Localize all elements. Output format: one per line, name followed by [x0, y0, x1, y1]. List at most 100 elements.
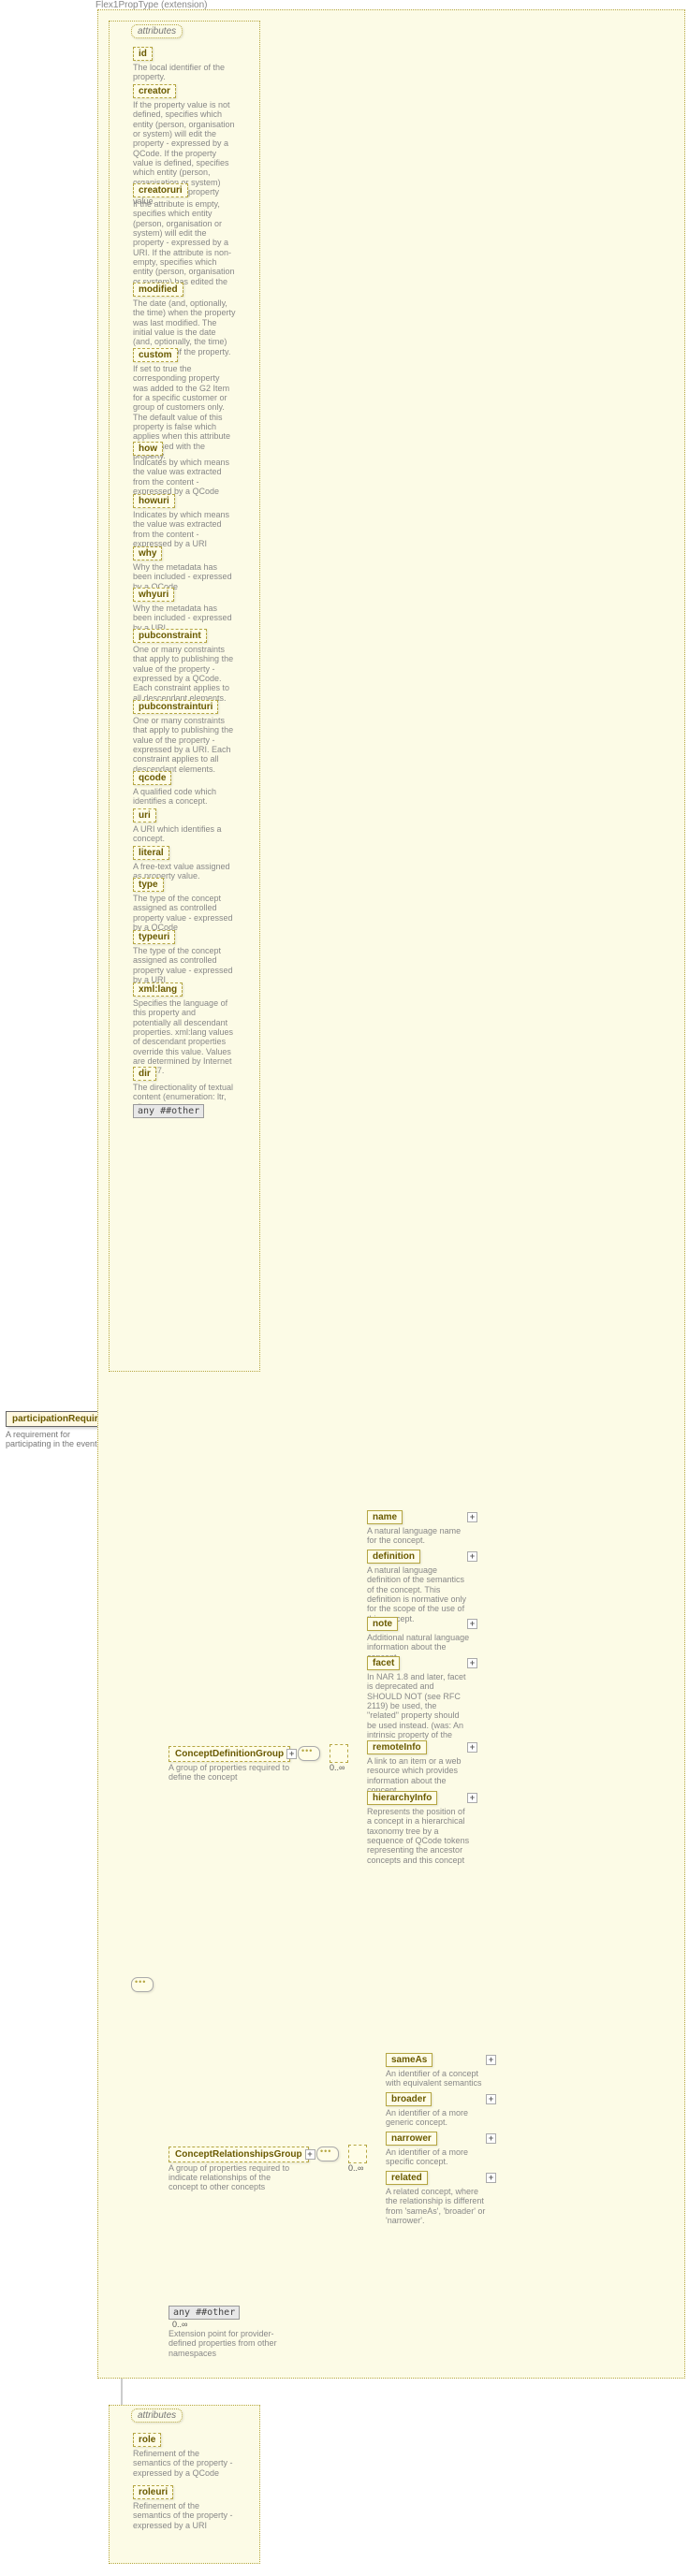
attr-roleuri: roleuri Refinement of the semantics of th…	[133, 2485, 236, 2530]
attr-name[interactable]: why	[133, 546, 162, 560]
expand-icon[interactable]: +	[486, 2055, 496, 2065]
expand-icon[interactable]: +	[305, 2149, 315, 2160]
attr-desc: A qualified code which identifies a conc…	[133, 787, 236, 807]
attr-desc: One or many constraints that apply to pu…	[133, 716, 236, 774]
group-cdg-desc: A group of properties required to define…	[169, 1763, 290, 1782]
child-name[interactable]: note+	[367, 1617, 398, 1631]
attr-desc: A URI which identifies a concept.	[133, 824, 236, 844]
expand-icon[interactable]: +	[486, 2094, 496, 2104]
expand-icon[interactable]: +	[467, 1742, 477, 1753]
expand-icon[interactable]: +	[467, 1619, 477, 1629]
group-crg-desc: A group of properties required to indica…	[169, 2163, 290, 2191]
child-sameAs: sameAs+ An identifier of a concept with e…	[386, 2053, 489, 2088]
attr-howuri: howuri Indicates by which means the value…	[133, 494, 236, 548]
attr-desc: Indicates by which means the value was e…	[133, 510, 236, 548]
child-remoteInfo: remoteInfo+A link to an item or a web re…	[367, 1740, 470, 1795]
attr-name[interactable]: id	[133, 47, 153, 61]
attr-desc: The type of the concept assigned as cont…	[133, 894, 236, 932]
attr-literal: literalA free-text value assigned as pro…	[133, 846, 236, 881]
seq-cdg	[298, 1746, 320, 1761]
child-related: related+ A related concept, where the rel…	[386, 2171, 489, 2225]
child-name[interactable]: name+	[367, 1510, 403, 1524]
expand-icon[interactable]: +	[486, 2133, 496, 2144]
expand-icon[interactable]: +	[467, 1793, 477, 1803]
attr-desc: Indicates by which means the value was e…	[133, 458, 236, 496]
child-name: name+ A natural language name for the con…	[367, 1510, 470, 1546]
child-desc: A related concept, where the relationshi…	[386, 2187, 489, 2225]
child-broader: broader+An identifier of a more generic …	[386, 2092, 489, 2128]
attr-name[interactable]: role	[133, 2433, 161, 2447]
attr-desc: The local identifier of the property.	[133, 63, 236, 82]
group-concept-relationships[interactable]: ConceptRelationshipsGroup +	[169, 2147, 309, 2162]
any-element: any ##other 0..∞ Extension point for pro…	[169, 2306, 290, 2358]
expand-icon[interactable]: +	[286, 1749, 297, 1759]
child-name[interactable]: narrower+	[386, 2132, 437, 2146]
attr-name[interactable]: literal	[133, 846, 169, 860]
attr-name[interactable]: qcode	[133, 771, 171, 785]
switch-cdg	[330, 1744, 348, 1763]
expand-icon[interactable]: +	[467, 1512, 477, 1522]
attr-name[interactable]: howuri	[133, 494, 175, 508]
attr-desc: The type of the concept assigned as cont…	[133, 946, 236, 984]
attr-name[interactable]: custom	[133, 348, 178, 362]
any-element-desc: Extension point for provider-defined pro…	[169, 2329, 290, 2358]
root-element-desc: A requirement for participating in the e…	[6, 1430, 107, 1448]
child-name[interactable]: hierarchyInfo+	[367, 1791, 437, 1805]
child-hierarchyInfo: hierarchyInfo+ Represents the position of…	[367, 1791, 470, 1865]
child-desc: An identifier of a more specific concept…	[386, 2147, 489, 2167]
group-cdg-label: ConceptDefinitionGroup	[175, 1749, 284, 1759]
attr-typeuri: typeuri The type of the concept assigned …	[133, 930, 236, 984]
attr-name[interactable]: pubconstrainturi	[133, 700, 218, 714]
attr-name[interactable]: roleuri	[133, 2485, 173, 2499]
attr-name[interactable]: how	[133, 442, 163, 456]
attr-name[interactable]: typeuri	[133, 930, 175, 944]
attr-name[interactable]: dir	[133, 1067, 156, 1081]
child-name[interactable]: broader+	[386, 2092, 432, 2106]
group-crg-label: ConceptRelationshipsGroup	[175, 2149, 302, 2160]
attr-uri: uri A URI which identifies a concept.	[133, 808, 236, 844]
switch-crg	[348, 2145, 367, 2163]
child-name[interactable]: facet+	[367, 1656, 400, 1670]
seq-crg	[316, 2147, 339, 2161]
occ-cdg: 0..∞	[330, 1763, 344, 1772]
any-element-label: any ##other	[169, 2306, 240, 2320]
group-concept-definition[interactable]: ConceptDefinitionGroup +	[169, 1746, 290, 1762]
child-desc: An identifier of a concept with equivale…	[386, 2069, 489, 2088]
child-narrower: narrower+An identifier of a more specifi…	[386, 2132, 489, 2167]
expand-icon[interactable]: +	[467, 1658, 477, 1668]
child-desc: A natural language definition of the sem…	[367, 1565, 470, 1623]
attr-desc: Refinement of the semantics of the prope…	[133, 2449, 236, 2478]
child-desc: Represents the position of a concept in …	[367, 1807, 470, 1865]
expand-icon[interactable]: +	[467, 1551, 477, 1562]
expand-icon[interactable]: +	[486, 2173, 496, 2183]
child-facet: facet+ In NAR 1.8 and later, facet is dep…	[367, 1656, 470, 1750]
child-definition: definition+A natural language definition…	[367, 1550, 470, 1623]
child-name[interactable]: remoteInfo+	[367, 1740, 427, 1754]
attr-name[interactable]: uri	[133, 808, 156, 822]
attr-desc: Specifies the language of this property …	[133, 998, 236, 1076]
attr-name[interactable]: creatoruri	[133, 183, 188, 197]
occ-crg: 0..∞	[348, 2163, 363, 2173]
attr-name[interactable]: modified	[133, 283, 183, 297]
attr-name[interactable]: pubconstraint	[133, 629, 207, 643]
attr-name[interactable]: type	[133, 878, 164, 892]
attr-pubconstrainturi: pubconstrainturi One or many constraints …	[133, 700, 236, 774]
attr-xml-lang: xml:langSpecifies the language of this p…	[133, 982, 236, 1076]
attr-modified: modifiedThe date (and, optionally, the t…	[133, 283, 236, 357]
attrs-container-bottom	[109, 2405, 260, 2564]
child-name[interactable]: related+	[386, 2171, 428, 2185]
attr-name[interactable]: whyuri	[133, 588, 174, 602]
diagram-root: participationRequirement A requirement f…	[0, 0, 689, 2576]
child-desc: A natural language name for the concept.	[367, 1526, 470, 1546]
attr-desc: Refinement of the semantics of the prope…	[133, 2501, 236, 2530]
child-desc: In NAR 1.8 and later, facet is deprecate…	[367, 1672, 470, 1750]
attr-name[interactable]: creator	[133, 84, 176, 98]
child-name[interactable]: sameAs+	[386, 2053, 432, 2067]
child-note: note+Additional natural language informa…	[367, 1617, 470, 1662]
attr-desc: If the attribute is empty, specifies whi…	[133, 199, 236, 296]
attr-whyuri: whyuriWhy the metadata has been included…	[133, 588, 236, 633]
child-name[interactable]: definition+	[367, 1550, 420, 1564]
attr-how: how Indicates by which means the value wa…	[133, 442, 236, 496]
attr-name[interactable]: xml:lang	[133, 982, 183, 997]
attrs-label-top: attributes	[131, 24, 183, 38]
